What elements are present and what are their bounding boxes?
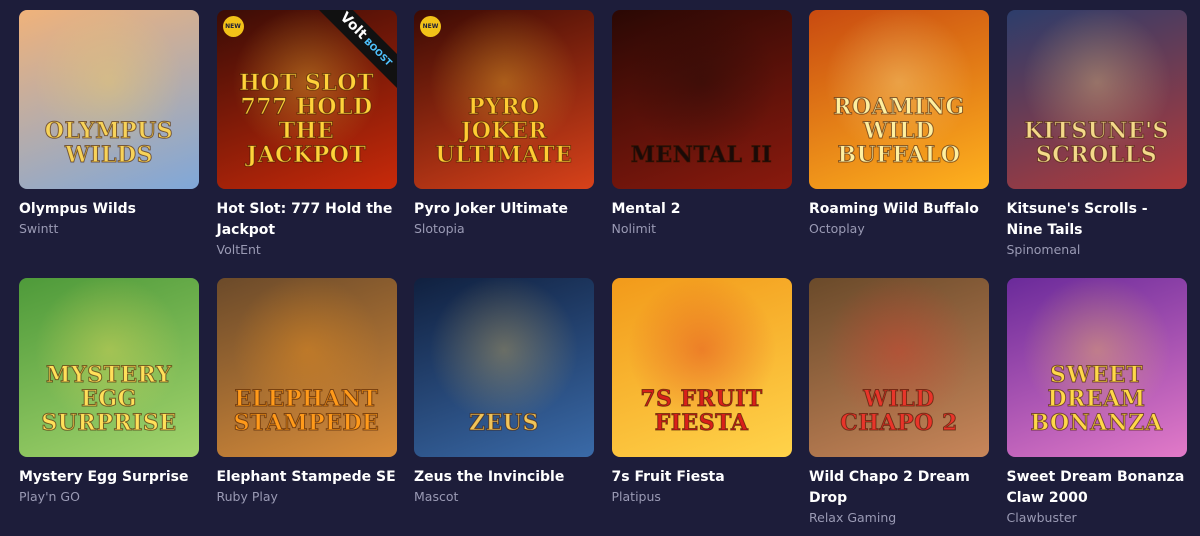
game-provider: Mascot bbox=[414, 489, 459, 504]
game-thumbnail[interactable]: Elephant Stampede bbox=[216, 278, 397, 457]
game-logo-text: Pyro Joker Ultimate bbox=[435, 94, 573, 168]
game-grid: Olympus Wilds Olympus Wilds Swintt Hot Slot… bbox=[19, 10, 1188, 536]
game-thumbnail[interactable]: 7s Fruit Fiesta bbox=[611, 278, 792, 457]
game-title[interactable]: 7s Fruit Fiesta bbox=[612, 467, 792, 488]
game-title[interactable]: Elephant Stampede SE bbox=[217, 467, 397, 488]
new-badge: NEW bbox=[420, 16, 441, 37]
game-logo-text: Hot Slot 777 Hold the Jackpot bbox=[239, 70, 374, 168]
game-card-wild-chapo-2-dream-drop[interactable]: Wild Chapo 2 Wild Chapo 2 Dream Drop Relax… bbox=[809, 278, 989, 536]
game-card-pyro-joker-ultimate[interactable]: Pyro Joker Ultimate NEW Pyro Joker Ultimat… bbox=[414, 10, 594, 268]
game-logo-text: Mental II bbox=[630, 142, 773, 168]
game-card-zeus-the-invincible[interactable]: Zeus Zeus the Invincible Mascot bbox=[414, 278, 594, 536]
game-title[interactable]: Wild Chapo 2 Dream Drop bbox=[809, 467, 989, 509]
game-logo-text: 7s Fruit Fiesta bbox=[640, 386, 763, 436]
game-card-olympus-wilds[interactable]: Olympus Wilds Olympus Wilds Swintt bbox=[19, 10, 199, 268]
game-logo-text: Sweet Dream Bonanza bbox=[1030, 362, 1163, 436]
game-card-sweet-dream-bonanza-claw-2000[interactable]: Sweet Dream Bonanza Sweet Dream Bonanza C… bbox=[1006, 278, 1187, 536]
game-card-hot-slot-777-hold-the-jackpot[interactable]: Hot Slot 777 Hold the Jackpot NEW VoltBOOS… bbox=[216, 10, 397, 268]
game-provider: Octoplay bbox=[809, 221, 865, 236]
game-thumbnail[interactable]: Wild Chapo 2 bbox=[809, 278, 989, 457]
game-title[interactable]: Mystery Egg Surprise bbox=[19, 467, 199, 488]
game-title[interactable]: Olympus Wilds bbox=[19, 199, 199, 220]
game-card-elephant-stampede-se[interactable]: Elephant Stampede Elephant Stampede SE Rub… bbox=[216, 278, 397, 536]
game-title[interactable]: Kitsune's Scrolls - Nine Tails bbox=[1007, 199, 1187, 241]
game-provider: VoltEnt bbox=[216, 242, 261, 257]
game-thumbnail[interactable]: Zeus bbox=[414, 278, 594, 457]
game-logo-text: Elephant Stampede bbox=[233, 386, 380, 436]
game-title[interactable]: Zeus the Invincible bbox=[414, 467, 594, 488]
game-provider: Slotopia bbox=[414, 221, 465, 236]
game-thumbnail[interactable]: Roaming Wild Buffalo bbox=[809, 10, 989, 189]
game-provider: Clawbuster bbox=[1006, 510, 1077, 525]
game-provider: Swintt bbox=[19, 221, 59, 236]
game-provider: Spinomenal bbox=[1006, 242, 1081, 257]
game-title[interactable]: Sweet Dream Bonanza Claw 2000 bbox=[1007, 467, 1187, 509]
game-logo-text: Roaming Wild Buffalo bbox=[833, 94, 965, 168]
game-provider: Relax Gaming bbox=[809, 510, 897, 525]
game-provider: Platipus bbox=[611, 489, 661, 504]
game-thumbnail[interactable]: Olympus Wilds bbox=[19, 10, 199, 189]
game-provider: Nolimit bbox=[611, 221, 657, 236]
new-badge: NEW bbox=[222, 16, 244, 37]
game-thumbnail[interactable]: Kitsune's Scrolls bbox=[1006, 10, 1187, 189]
game-card-roaming-wild-buffalo[interactable]: Roaming Wild Buffalo Roaming Wild Buffalo… bbox=[809, 10, 989, 268]
game-thumbnail[interactable]: Mystery Egg Surprise bbox=[19, 278, 199, 457]
game-thumbnail[interactable]: Sweet Dream Bonanza bbox=[1006, 278, 1187, 457]
game-thumbnail[interactable]: Mental II bbox=[611, 10, 792, 189]
game-logo-text: Olympus Wilds bbox=[44, 118, 174, 168]
game-card-mental-2[interactable]: Mental II Mental 2 Nolimit bbox=[611, 10, 792, 268]
game-provider: Play'n GO bbox=[19, 489, 80, 504]
game-card-7s-fruit-fiesta[interactable]: 7s Fruit Fiesta 7s Fruit Fiesta Platipus bbox=[611, 278, 792, 536]
artwork-glow bbox=[429, 278, 579, 425]
artwork-glow bbox=[626, 10, 777, 157]
game-logo-text: Wild Chapo 2 bbox=[840, 386, 958, 436]
game-title[interactable]: Pyro Joker Ultimate bbox=[414, 199, 594, 220]
game-title[interactable]: Mental 2 bbox=[612, 199, 792, 220]
game-thumbnail[interactable]: Hot Slot 777 Hold the Jackpot NEW VoltBOOS… bbox=[216, 10, 397, 189]
game-logo-text: Mystery Egg Surprise bbox=[41, 362, 177, 436]
game-thumbnail[interactable]: Pyro Joker Ultimate NEW bbox=[414, 10, 594, 189]
game-title[interactable]: Roaming Wild Buffalo bbox=[809, 199, 989, 220]
game-provider: Ruby Play bbox=[216, 489, 278, 504]
game-logo-text: Kitsune's Scrolls bbox=[1024, 118, 1169, 168]
game-card-kitsune-s-scrolls-nine-tails[interactable]: Kitsune's Scrolls Kitsune's Scrolls - Nin… bbox=[1006, 10, 1187, 268]
game-logo-text: Zeus bbox=[469, 410, 539, 436]
game-title[interactable]: Hot Slot: 777 Hold the Jackpot bbox=[217, 199, 397, 241]
game-card-mystery-egg-surprise[interactable]: Mystery Egg Surprise Mystery Egg Surprise… bbox=[19, 278, 199, 536]
